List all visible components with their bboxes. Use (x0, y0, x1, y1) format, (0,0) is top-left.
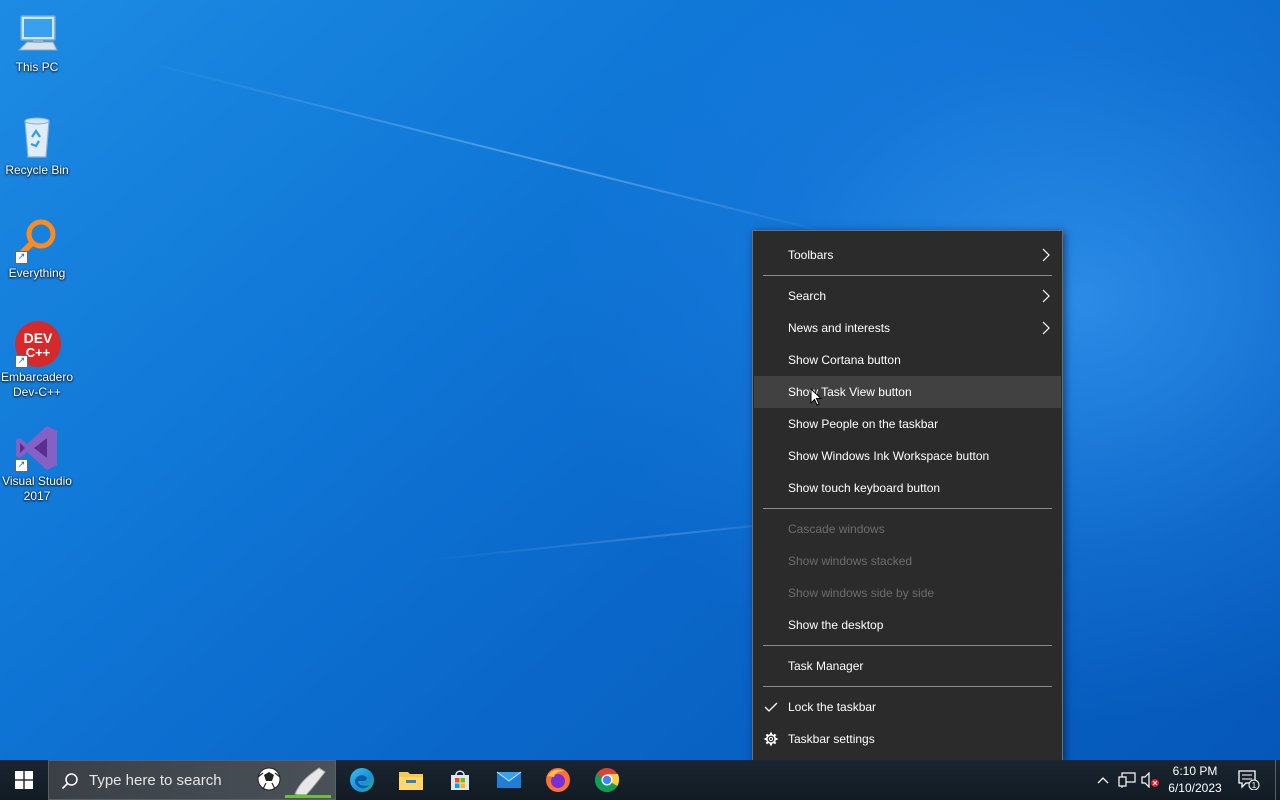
edge-icon (350, 768, 374, 792)
windows-logo-icon (15, 771, 33, 789)
desktop-icon-recycle-bin[interactable]: Recycle Bin (0, 113, 74, 178)
menu-item-label: Taskbar settings (788, 732, 875, 746)
menu-item-show-task-view-button[interactable]: Show Task View button (754, 376, 1061, 408)
menu-item-label: Task Manager (788, 659, 864, 673)
search-highlight-image (257, 767, 331, 798)
checkmark-icon (764, 702, 778, 712)
mail-icon (496, 771, 522, 788)
menu-item-show-people-on-taskbar[interactable]: Show People on the taskbar (754, 408, 1061, 440)
search-icon (61, 773, 78, 790)
menu-item-label: Search (788, 289, 827, 303)
menu-item-label: Show windows side by side (788, 586, 935, 600)
wallpaper-ray (139, 60, 839, 237)
network-icon (1118, 772, 1136, 788)
chrome-taskbar-button[interactable] (583, 760, 631, 800)
menu-item-label: Show People on the taskbar (788, 417, 939, 431)
desktop-icon-everything[interactable]: ↗ Everything (0, 216, 74, 281)
svg-text:DEV: DEV (24, 330, 53, 346)
recycle-bin-icon (13, 113, 61, 161)
menu-item-news-and-interests[interactable]: News and interests (754, 312, 1061, 344)
chevron-right-icon (1042, 321, 1050, 335)
chevron-right-icon (1042, 289, 1050, 303)
shortcut-arrow-icon: ↗ (15, 251, 28, 264)
desktop-icon-label: This PC (15, 60, 59, 74)
notification-icon: 1 (1238, 770, 1260, 790)
desktop[interactable]: This PC Recycle Bin ↗ Everything DEV C++… (0, 0, 1280, 800)
volume-muted-icon (1141, 772, 1159, 788)
menu-item-cascade-windows: Cascade windows (754, 513, 1061, 545)
menu-item-label: News and interests (788, 321, 891, 335)
taskbar-clock[interactable]: 6:10 PM 6/10/2023 (1160, 763, 1230, 797)
chevron-up-icon (1097, 777, 1109, 784)
desktop-icon-label: Everything (8, 266, 66, 280)
mouse-cursor-icon (810, 388, 822, 406)
show-desktop-button[interactable] (1275, 760, 1280, 800)
clock-time: 6:10 PM (1172, 764, 1218, 778)
desktop-icon-visual-studio[interactable]: ↗ Visual Studio 2017 (0, 424, 74, 504)
menu-separator (763, 275, 1052, 276)
menu-separator (763, 686, 1052, 687)
menu-item-label: Show windows stacked (788, 554, 913, 568)
taskbar-context-menu: Toolbars Search News and interests Show … (752, 230, 1063, 761)
menu-item-label: Show the desktop (788, 618, 884, 632)
computer-icon (13, 10, 61, 58)
network-tray-button[interactable] (1116, 760, 1138, 800)
microsoft-store-taskbar-button[interactable] (436, 760, 484, 800)
shortcut-arrow-icon: ↗ (15, 459, 28, 472)
dev-cpp-icon: DEV C++ ↗ (13, 320, 61, 368)
file-explorer-taskbar-button[interactable] (387, 760, 435, 800)
menu-item-show-the-desktop[interactable]: Show the desktop (754, 609, 1061, 641)
desktop-icon-dev-cpp[interactable]: DEV C++ ↗ Embarcadero Dev-C++ (0, 320, 74, 400)
mail-taskbar-button[interactable] (485, 760, 533, 800)
menu-item-show-windows-stacked: Show windows stacked (754, 545, 1061, 577)
chrome-icon (595, 768, 620, 793)
menu-item-label: Show touch keyboard button (788, 481, 941, 495)
menu-item-taskbar-settings[interactable]: Taskbar settings (754, 723, 1061, 755)
magnifier-icon: ↗ (13, 216, 61, 264)
action-center-button[interactable]: 1 (1234, 760, 1264, 800)
search-placeholder: Type here to search (89, 772, 222, 789)
menu-item-show-touch-keyboard-button[interactable]: Show touch keyboard button (754, 472, 1061, 504)
menu-item-label: Toolbars (788, 248, 834, 262)
menu-item-lock-the-taskbar[interactable]: Lock the taskbar (754, 691, 1061, 723)
menu-item-show-windows-ink-workspace-button[interactable]: Show Windows Ink Workspace button (754, 440, 1061, 472)
menu-separator (763, 645, 1052, 646)
menu-item-label: Show Task View button (788, 385, 912, 399)
notification-count: 1 (1252, 781, 1257, 790)
visual-studio-icon: ↗ (13, 424, 61, 472)
desktop-icon-label: Embarcadero Dev-C++ (0, 370, 74, 399)
taskbar[interactable]: Type here to search 6:10 PM 6/10/2023 1 (0, 760, 1280, 800)
menu-item-search[interactable]: Search (754, 280, 1061, 312)
clock-date: 6/10/2023 (1168, 781, 1222, 795)
shortcut-arrow-icon: ↗ (15, 355, 28, 368)
gear-icon (764, 732, 778, 746)
menu-separator (763, 508, 1052, 509)
desktop-icon-label: Visual Studio 2017 (2, 474, 72, 503)
edge-taskbar-button[interactable] (338, 760, 386, 800)
menu-item-task-manager[interactable]: Task Manager (754, 650, 1061, 682)
menu-item-label: Show Windows Ink Workspace button (788, 449, 990, 463)
file-explorer-icon (399, 772, 423, 790)
desktop-icon-label: Recycle Bin (5, 163, 69, 177)
desktop-icon-this-pc[interactable]: This PC (0, 10, 74, 75)
firefox-taskbar-button[interactable] (534, 760, 582, 800)
menu-item-label: Show Cortana button (788, 353, 901, 367)
menu-item-show-cortana-button[interactable]: Show Cortana button (754, 344, 1061, 376)
menu-item-label: Lock the taskbar (788, 700, 877, 714)
menu-item-label: Cascade windows (788, 522, 885, 536)
svg-text:C++: C++ (26, 345, 51, 360)
start-button[interactable] (0, 760, 48, 800)
chevron-right-icon (1042, 248, 1050, 262)
firefox-icon (546, 768, 570, 792)
menu-item-show-windows-side-by-side: Show windows side by side (754, 577, 1061, 609)
volume-tray-button[interactable] (1140, 760, 1162, 800)
taskbar-search-box[interactable]: Type here to search (48, 760, 336, 800)
show-hidden-icons-button[interactable] (1093, 760, 1113, 800)
microsoft-store-icon (451, 770, 469, 790)
menu-item-toolbars[interactable]: Toolbars (754, 239, 1061, 271)
